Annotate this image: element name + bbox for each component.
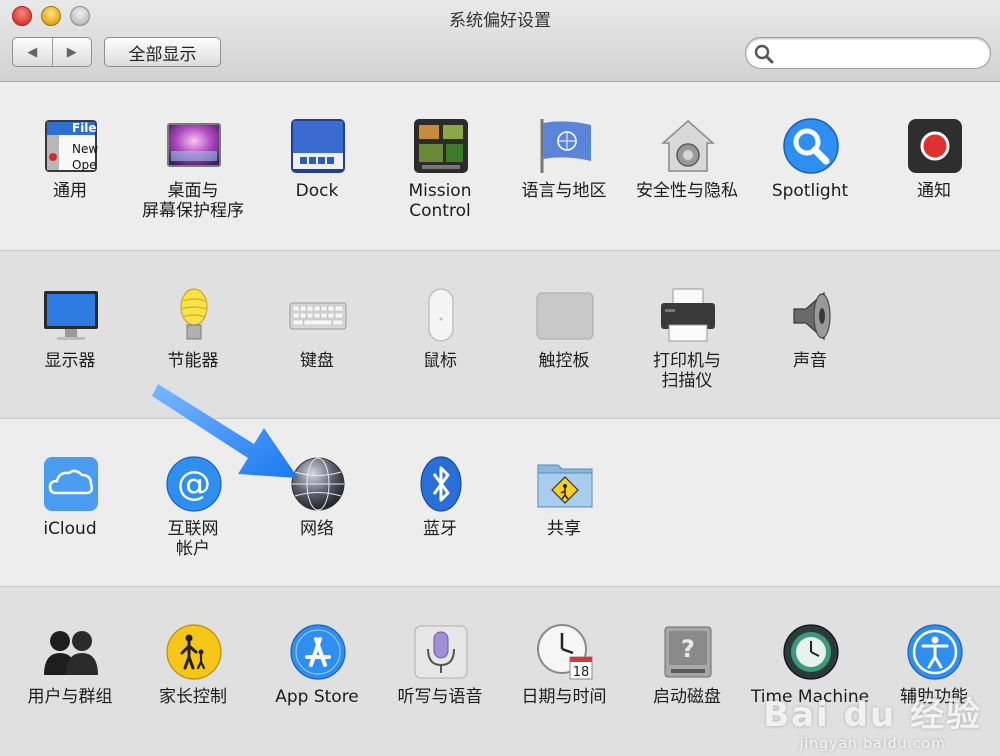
pane-label: Dock (295, 181, 339, 201)
pane-label: 打印机与 扫描仪 (653, 351, 721, 391)
back-forward-control: ◀ ▶ (12, 37, 92, 67)
general-icon: File New Ope (45, 120, 98, 172)
pane-label: 通知 (917, 181, 951, 201)
preferences-row-personal: File New Ope 通用 桌面与 屏幕保护程序 Dock Mission … (0, 83, 1000, 251)
annotation-arrow-icon (152, 384, 298, 478)
svg-text:18: 18 (573, 665, 590, 680)
energy-saver-icon (180, 288, 208, 340)
pane-label: 网络 (300, 519, 334, 539)
pane-label: 通用 (53, 181, 87, 201)
pane-label: 启动磁盘 (653, 687, 721, 707)
security-privacy-icon (661, 120, 715, 172)
sound-icon (793, 291, 831, 341)
bluetooth-icon (420, 456, 462, 512)
pane-label: 共享 (547, 519, 581, 539)
back-button[interactable]: ◀ (13, 38, 52, 66)
show-all-button[interactable]: 全部显示 (104, 37, 221, 67)
pane-label: 键盘 (300, 351, 334, 371)
notifications-icon (908, 119, 962, 173)
search-field[interactable] (745, 37, 991, 69)
displays-icon (44, 291, 98, 340)
pane-label: 用户与群组 (27, 687, 113, 707)
pane-label: 桌面与 屏幕保护程序 (142, 181, 244, 221)
window-title: 系统偏好设置 (449, 11, 551, 31)
trackpad-icon (536, 292, 594, 340)
dictation-speech-icon (414, 625, 468, 679)
keyboard-icon (289, 302, 347, 330)
icloud-icon (44, 457, 98, 511)
pane-label: Spotlight (771, 181, 849, 201)
watermark-brand: Bai du 经验 (763, 695, 982, 735)
mission-control-icon (414, 119, 468, 173)
pane-label: 安全性与隐私 (636, 181, 738, 201)
pane-label: 互联网 帐户 (167, 519, 219, 559)
search-input[interactable] (780, 43, 980, 63)
watermark-url: jingyan.baidu.com (799, 736, 946, 752)
svg-text:File: File (72, 121, 97, 135)
dock-icon (291, 119, 345, 173)
parental-controls-icon (166, 624, 222, 680)
users-groups-icon (44, 631, 98, 675)
pane-label: 语言与地区 (521, 181, 607, 201)
pane-label: 蓝牙 (423, 519, 457, 539)
pane-label: 家长控制 (159, 687, 227, 707)
language-region-icon (540, 119, 591, 173)
startup-disk-icon: ? (664, 626, 712, 678)
forward-button[interactable]: ▶ (51, 38, 92, 66)
pane-label: App Store (275, 687, 359, 707)
svg-text:New: New (72, 142, 98, 156)
time-machine-icon (783, 624, 839, 680)
pane-label: 显示器 (44, 351, 96, 371)
search-icon (754, 44, 774, 64)
window-titlebar: 系统偏好设置 ◀ ▶ 全部显示 (0, 0, 1000, 82)
svg-text:?: ? (681, 635, 695, 663)
spotlight-icon (783, 118, 839, 174)
svg-text:Ope: Ope (72, 158, 96, 172)
pane-label: 触控板 (538, 351, 590, 371)
pane-label: 听写与语音 (397, 687, 483, 707)
pane-label: 日期与时间 (521, 687, 607, 707)
watermark: Bai du 经验 jingyan.baidu.com (763, 687, 982, 752)
sharing-icon (537, 464, 593, 508)
pane-label: 声音 (793, 351, 827, 371)
app-store-icon (290, 624, 346, 680)
pane-label: iCloud (43, 519, 97, 539)
pane-label: Mission Control (408, 181, 472, 221)
pane-label: 鼠标 (423, 351, 457, 371)
desktop-screensaver-icon (167, 123, 221, 167)
mouse-icon (428, 288, 454, 342)
pane-label: 节能器 (167, 351, 219, 371)
printer-scanner-icon (661, 288, 715, 342)
date-time-icon: 18 (537, 624, 593, 680)
accessibility-icon (907, 624, 963, 680)
